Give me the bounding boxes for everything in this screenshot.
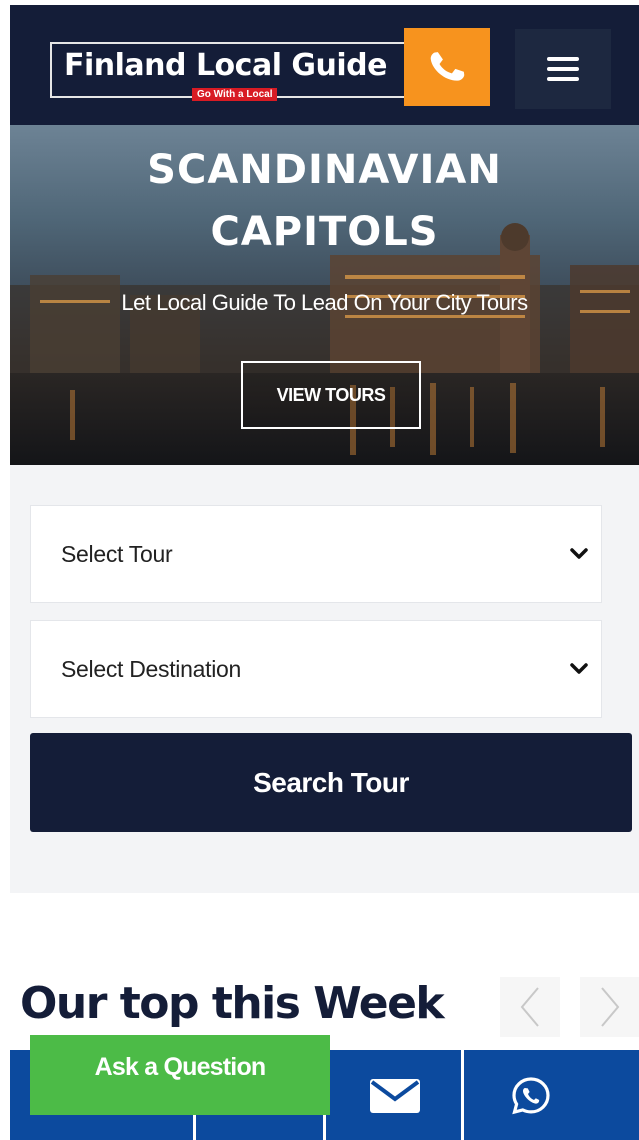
whatsapp-icon [512, 1077, 550, 1115]
chevron-down-icon [570, 548, 588, 559]
section-title: Our top this Week [20, 978, 445, 1029]
hero-subtitle: Let Local Guide To Lead On Your City Tou… [121, 290, 528, 315]
call-button[interactable] [404, 28, 490, 106]
hamburger-menu-icon-bar [547, 77, 579, 81]
tour-select-value: Select Tour [61, 540, 173, 567]
hero-title-line2: CAPITOLS [210, 209, 439, 255]
whatsapp-button[interactable] [501, 1074, 561, 1118]
site-header: Finland Local Guide Go With a Local [10, 5, 639, 125]
logo-text: Finland Local Guide [64, 48, 388, 83]
chevron-left-icon [520, 987, 539, 1027]
view-tours-button[interactable]: VIEW TOURS [241, 361, 421, 429]
carousel-prev-button[interactable] [500, 977, 560, 1037]
chevron-down-icon [570, 663, 588, 674]
search-tour-button[interactable]: Search Tour [30, 733, 632, 832]
logo[interactable]: Finland Local Guide Go With a Local [50, 42, 452, 101]
tour-search-form: Select Tour Select Destination Search To… [10, 465, 639, 893]
chevron-right-icon [601, 987, 620, 1027]
destination-select-value: Select Destination [61, 655, 241, 682]
logo-tagline: Go With a Local [192, 88, 278, 101]
ask-question-button[interactable]: Ask a Question [30, 1035, 330, 1115]
bottom-bar-divider [461, 1050, 464, 1140]
hamburger-menu-icon [547, 57, 579, 61]
destination-select[interactable]: Select Destination [30, 620, 602, 718]
page: Finland Local Guide Go With a Local SCAN… [0, 0, 639, 1140]
tour-select[interactable]: Select Tour [30, 505, 602, 603]
hero-title: SCANDINAVIAN CAPITOLS [10, 139, 639, 263]
email-button[interactable] [365, 1074, 425, 1118]
hamburger-menu-button[interactable] [515, 29, 611, 109]
hero-banner: SCANDINAVIAN CAPITOLS Let Local Guide To… [10, 125, 639, 465]
hamburger-menu-icon-bar [547, 67, 579, 71]
phone-icon [430, 52, 465, 81]
envelope-icon [370, 1079, 420, 1113]
carousel-next-button[interactable] [580, 977, 639, 1037]
hero-title-line1: SCANDINAVIAN [147, 147, 502, 193]
